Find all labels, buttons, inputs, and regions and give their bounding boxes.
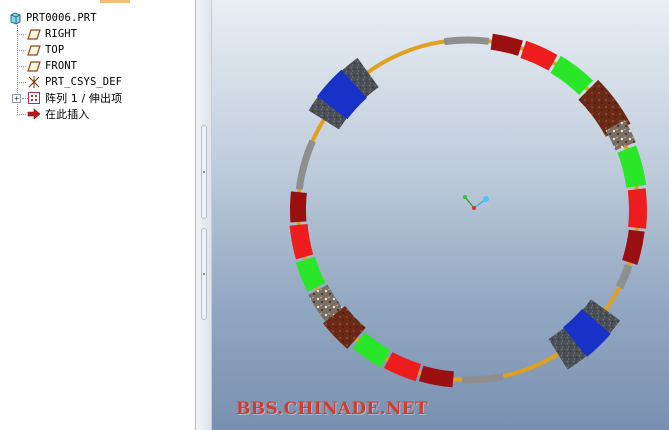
segment-green xyxy=(352,332,391,368)
segment-red xyxy=(289,223,314,260)
tree-item-pattern[interactable]: 阵列 1 / 伸出项 xyxy=(27,90,122,106)
segment-green xyxy=(617,145,647,188)
segment-green xyxy=(295,256,326,292)
segment-red xyxy=(627,188,647,229)
model-tree-panel: PRT0006.PRT RIGHT TOP FRONT PRT_CSYS_DEF xyxy=(0,0,196,430)
panel-header-edge xyxy=(100,0,130,3)
segment-rust xyxy=(322,305,366,349)
csys-triad xyxy=(463,195,489,210)
tree-connector xyxy=(17,34,26,35)
watermark-text: BBS.CHINADE.NET xyxy=(236,399,428,419)
ring-grey-segment xyxy=(461,372,505,384)
tree-connector xyxy=(17,114,26,115)
segment-blue xyxy=(317,69,368,120)
ring-grey-segment xyxy=(295,139,316,190)
tree-item-label: PRT_CSYS_DEF xyxy=(45,76,123,88)
tree-connector xyxy=(17,50,26,51)
datum-plane-icon xyxy=(27,43,41,57)
tree-item-top[interactable]: TOP xyxy=(27,42,64,58)
tree-item-label: FRONT xyxy=(45,60,78,72)
insert-arrow-icon xyxy=(27,107,41,121)
tree-item-label: 在此插入 xyxy=(45,108,90,121)
csys-icon xyxy=(27,75,41,89)
segment-dark-red xyxy=(290,191,307,223)
segment-rust xyxy=(578,79,631,138)
panel-splitter[interactable] xyxy=(196,0,212,430)
tree-item-insert-here[interactable]: 在此插入 xyxy=(27,106,89,122)
segment-rock xyxy=(308,284,343,322)
ring-grey-segment xyxy=(443,36,490,46)
ring-segments xyxy=(289,33,647,388)
tree-item-csys[interactable]: PRT_CSYS_DEF xyxy=(27,74,122,90)
graphics-viewport[interactable]: BBS.CHINADE.NET xyxy=(212,0,669,430)
datum-plane-icon xyxy=(27,59,41,73)
tree-item-right[interactable]: RIGHT xyxy=(27,26,77,42)
ring-model-render xyxy=(289,33,647,388)
tree-root-node[interactable]: PRT0006.PRT xyxy=(8,10,97,26)
segment-dark-red xyxy=(622,229,645,265)
segment-dark-red xyxy=(490,33,523,56)
segment-dark-red xyxy=(418,365,455,388)
segment-blue xyxy=(562,308,611,357)
tree-connector xyxy=(17,66,26,67)
tree-item-label: 阵列 1 / 伸出项 xyxy=(45,92,123,105)
segment-green xyxy=(550,55,594,96)
pattern-expand-toggle[interactable]: + xyxy=(12,94,21,103)
tree-root-label: PRT0006.PRT xyxy=(26,12,97,24)
tree-item-front[interactable]: FRONT xyxy=(27,58,77,74)
segment-red xyxy=(383,352,422,382)
splitter-grip-lower[interactable] xyxy=(201,228,207,320)
tree-item-label: RIGHT xyxy=(45,28,78,40)
datum-plane-icon xyxy=(27,27,41,41)
segment-rock xyxy=(605,119,636,151)
tree-connector xyxy=(17,82,26,83)
tree-item-label: TOP xyxy=(45,44,65,56)
splitter-grip-upper[interactable] xyxy=(201,125,207,219)
ring-grey-segment xyxy=(615,263,633,290)
segment-red xyxy=(520,40,558,71)
part-icon xyxy=(8,11,22,25)
pattern-icon xyxy=(27,91,41,105)
